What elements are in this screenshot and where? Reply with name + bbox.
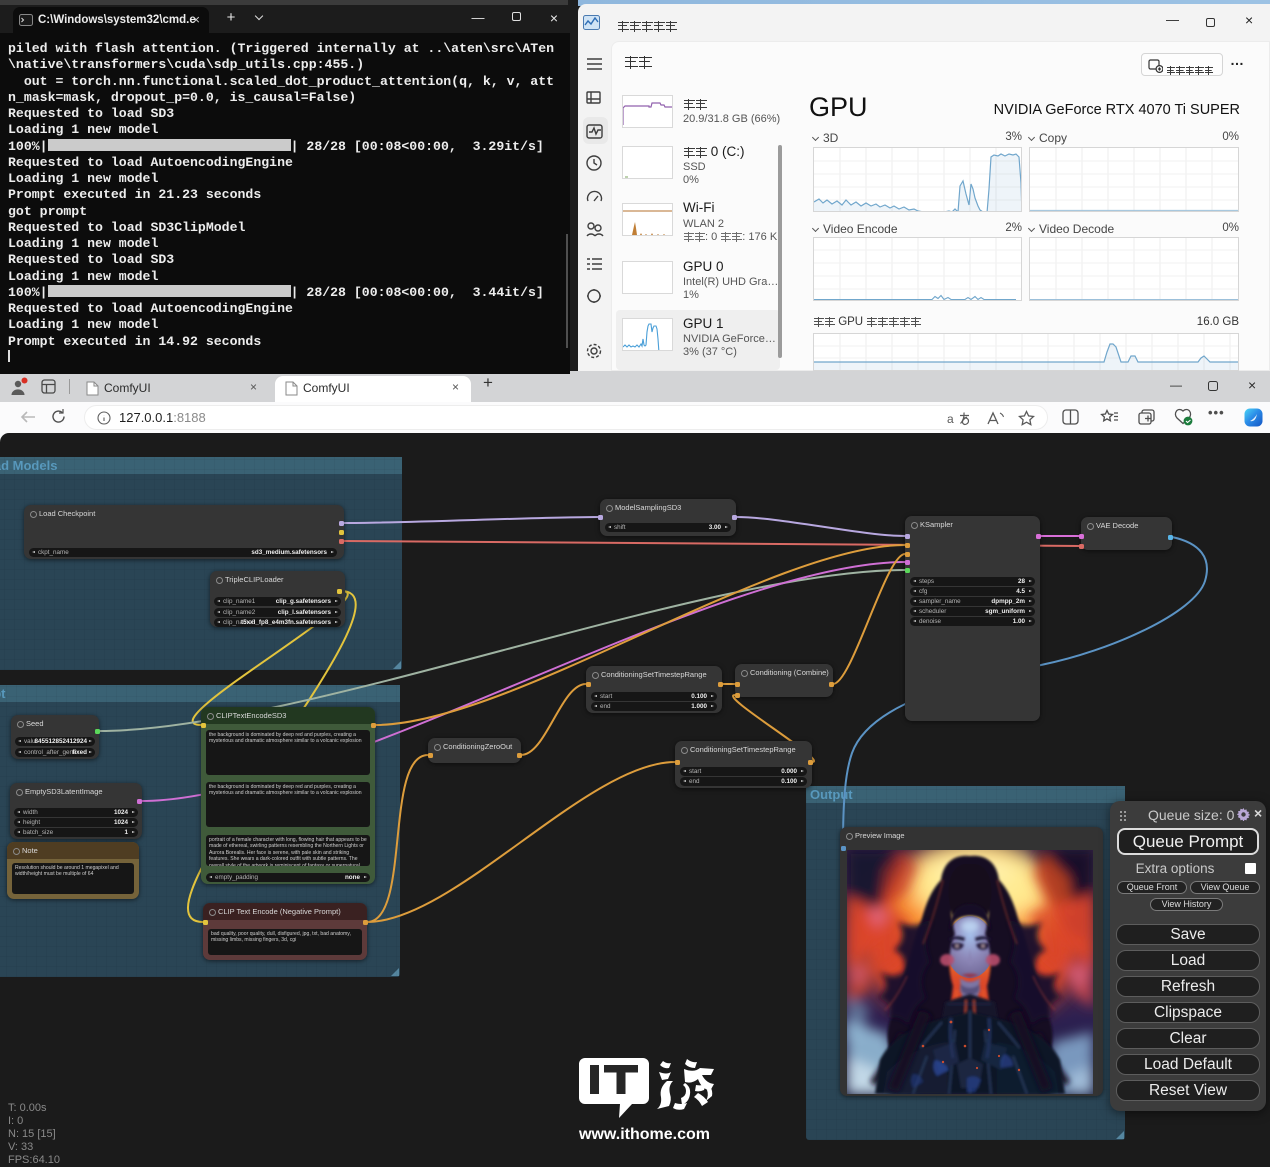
svg-text:a: a [947, 412, 954, 426]
